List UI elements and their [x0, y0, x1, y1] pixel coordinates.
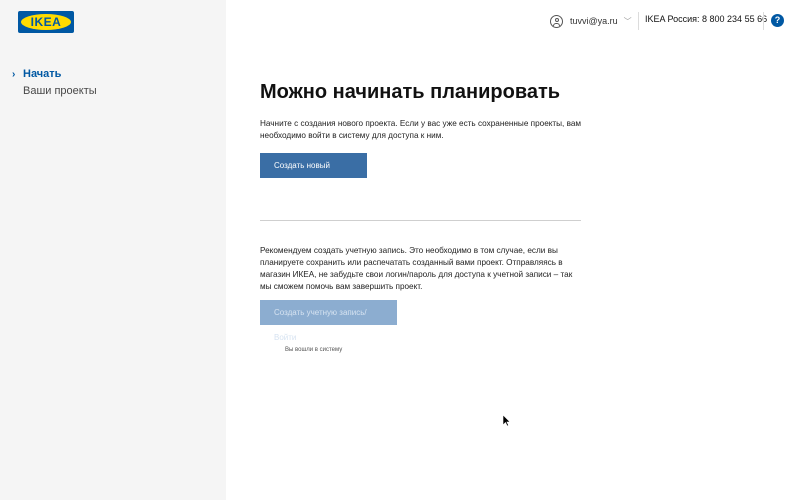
page: IKEA › Начать Ваши проекты tuvvi@ya.ru ﹀… — [0, 0, 800, 500]
chevron-right-icon: › — [12, 69, 16, 80]
sidebar: IKEA › Начать Ваши проекты — [0, 0, 226, 500]
header-divider — [638, 12, 639, 30]
user-icon — [550, 14, 563, 28]
help-button[interactable]: ? — [771, 14, 784, 27]
sidebar-nav: › Начать Ваши проекты — [0, 66, 226, 100]
help-icon: ? — [774, 15, 781, 25]
sidebar-item-projects[interactable]: Ваши проекты — [0, 83, 226, 100]
phone-number: IKEA Россия: 8 800 234 55 66 — [645, 14, 768, 24]
page-title: Можно начинать планировать — [260, 81, 561, 103]
sidebar-item-start[interactable]: › Начать — [0, 66, 226, 83]
top-bar: tuvvi@ya.ru ﹀ IKEA Россия: 8 800 234 55 … — [226, 0, 800, 42]
sidebar-item-label: Начать — [23, 68, 62, 80]
sidebar-item-label: Ваши проекты — [23, 85, 97, 97]
create-account-button[interactable]: Создать учетную запись/Войти — [260, 300, 397, 342]
main-content: Можно начинать планировать Начните с соз… — [260, 78, 582, 353]
user-email: tuvvi@ya.ru — [570, 16, 618, 26]
user-menu[interactable]: tuvvi@ya.ru ﹀ — [550, 13, 632, 29]
ikea-logo[interactable]: IKEA — [18, 11, 74, 33]
header-divider — [763, 12, 764, 30]
recommend-text: Рекомендуем создать учетную запись. Это … — [260, 246, 573, 291]
create-project-button[interactable]: Создать новый проект — [260, 153, 367, 195]
chevron-down-icon: ﹀ — [623, 16, 632, 26]
logo-text: IKEA — [30, 15, 62, 29]
section-divider — [260, 220, 581, 221]
intro-text: Начните с создания нового проекта. Если … — [260, 119, 582, 140]
signed-in-note: Вы вошли в систему — [285, 347, 343, 353]
